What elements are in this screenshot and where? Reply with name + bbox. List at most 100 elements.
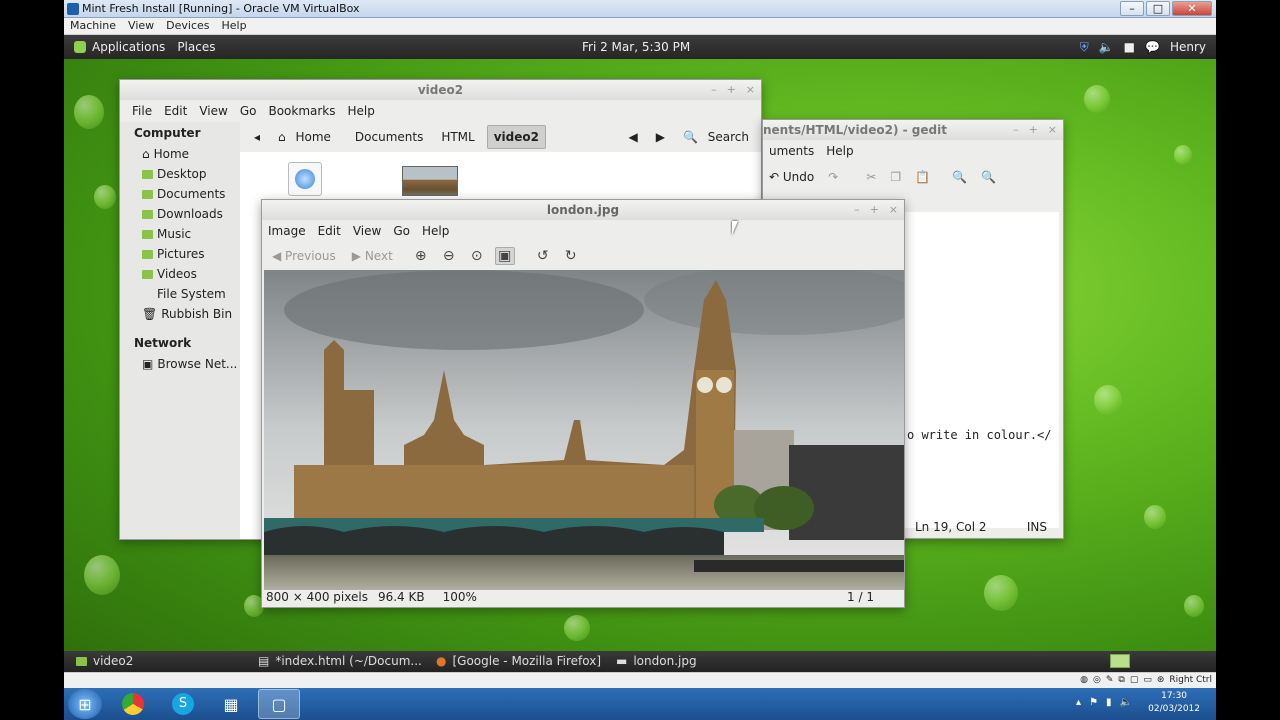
menu-machine[interactable]: Machine xyxy=(64,18,122,34)
file-manager-titlebar[interactable]: video2 – + × xyxy=(120,80,761,100)
task-gedit[interactable]: ▤ *index.html (~/Docum... xyxy=(258,651,422,672)
places-menu[interactable]: Places xyxy=(177,35,215,59)
minimize-button[interactable]: – xyxy=(1120,1,1144,16)
image-file-thumbnail[interactable] xyxy=(402,166,458,196)
minimize-icon[interactable]: – xyxy=(1013,120,1019,140)
path-bar: ◂ ⌂ Home Documents HTML video2 ◀ ▶ 🔍 Sea… xyxy=(240,122,761,152)
find-icon[interactable]: 🔍 xyxy=(952,170,967,184)
update-shield-icon[interactable]: ⛨ xyxy=(1080,35,1089,59)
sidebar-item-desktop[interactable]: Desktop xyxy=(120,164,240,184)
workspace-switcher[interactable] xyxy=(1110,654,1130,668)
sidebar-item-videos[interactable]: Videos xyxy=(120,264,240,284)
close-icon[interactable]: × xyxy=(1048,120,1057,140)
task-file-manager[interactable]: video2 xyxy=(76,651,133,672)
window-title: video2 xyxy=(417,83,464,97)
sidebar-item-pictures[interactable]: Pictures xyxy=(120,244,240,264)
close-icon[interactable]: × xyxy=(746,80,755,100)
forward-icon[interactable]: ▶ xyxy=(650,126,671,148)
gedit-menubar: uments Help xyxy=(763,140,1063,162)
path-documents[interactable]: Documents xyxy=(349,126,429,148)
task-firefox[interactable]: ● [Google - Mozilla Firefox] xyxy=(436,651,601,672)
rotate-left-icon[interactable]: ↺ xyxy=(533,248,553,264)
menu-view[interactable]: View xyxy=(193,100,233,122)
battery-icon[interactable]: ■ xyxy=(1124,35,1135,59)
close-icon[interactable]: × xyxy=(889,200,898,220)
sidebar-item-music[interactable]: Music xyxy=(120,224,240,244)
chat-icon[interactable]: 💬 xyxy=(1145,35,1160,59)
host-date: 02/03/2012 xyxy=(1148,704,1200,714)
back-icon[interactable]: ◀ xyxy=(623,126,644,148)
copy-icon[interactable]: ❐ xyxy=(890,170,901,184)
zoom-fit-icon[interactable]: ▣ xyxy=(494,247,515,265)
path-current[interactable]: video2 xyxy=(486,125,546,149)
menu-devices[interactable]: Devices xyxy=(160,18,215,34)
network-signal-icon[interactable]: ▮ xyxy=(1106,697,1112,708)
search-button[interactable]: 🔍 Search xyxy=(677,126,761,148)
host-clock[interactable]: 17:30 02/03/2012 xyxy=(1148,690,1200,716)
menu-help[interactable]: Help xyxy=(820,140,859,162)
insert-mode[interactable]: INS xyxy=(1027,516,1047,538)
volume-icon[interactable]: 🔈 xyxy=(1120,697,1132,708)
menu-file[interactable]: File xyxy=(126,100,158,122)
minimize-icon[interactable]: – xyxy=(854,200,860,220)
task-image-viewer[interactable]: ▬ london.jpg xyxy=(616,651,697,672)
parliament-image xyxy=(264,270,904,590)
image-viewer-titlebar[interactable]: london.jpg – + × xyxy=(262,200,904,220)
rotate-right-icon[interactable]: ↻ xyxy=(561,248,581,264)
zoom-normal-icon[interactable]: ⊙ xyxy=(467,248,487,264)
menu-documents[interactable]: uments xyxy=(763,140,820,162)
menu-view[interactable]: View xyxy=(347,220,387,242)
sidebar-item-file-system[interactable]: File System xyxy=(120,284,240,304)
menu-help[interactable]: Help xyxy=(342,100,381,122)
menu-edit[interactable]: Edit xyxy=(158,100,193,122)
host-time: 17:30 xyxy=(1161,691,1188,701)
zoom-in-icon[interactable]: ⊕ xyxy=(411,248,431,264)
close-button[interactable]: ✕ xyxy=(1172,1,1212,16)
minimize-icon[interactable]: – xyxy=(711,80,717,100)
undo-button[interactable]: ↶ Undo xyxy=(769,170,814,184)
panel-clock[interactable]: Fri 2 Mar, 5:30 PM xyxy=(582,35,690,59)
sidebar-item-browse-network[interactable]: ▣ Browse Net... xyxy=(120,354,240,374)
chrome-icon[interactable] xyxy=(112,689,154,719)
vm-window-taskbar-icon[interactable]: ▢ xyxy=(258,689,300,719)
skype-icon[interactable]: S xyxy=(162,689,204,719)
tray-arrow-icon[interactable]: ▴ xyxy=(1076,697,1081,708)
zoom-out-icon[interactable]: ⊖ xyxy=(439,248,459,264)
paste-icon[interactable]: 📋 xyxy=(915,170,930,184)
find-replace-icon[interactable]: 🔍 xyxy=(981,170,996,184)
menu-bookmarks[interactable]: Bookmarks xyxy=(262,100,341,122)
maximize-icon[interactable]: + xyxy=(727,80,736,100)
path-html[interactable]: HTML xyxy=(435,126,480,148)
path-home[interactable]: ⌂ Home xyxy=(272,126,343,148)
redo-icon[interactable]: ↷ xyxy=(828,170,838,184)
menu-view[interactable]: View xyxy=(122,18,160,34)
sidebar-item-home[interactable]: ⌂ Home xyxy=(120,144,240,164)
menu-go[interactable]: Go xyxy=(234,100,263,122)
usb-icon: ✎ xyxy=(1105,675,1114,685)
maximize-button[interactable]: □ xyxy=(1146,1,1170,16)
volume-icon[interactable]: 🔈 xyxy=(1099,35,1114,59)
text-editor[interactable]: o write in colour.</ xyxy=(899,212,1059,528)
menu-go[interactable]: Go xyxy=(387,220,416,242)
html-file-icon[interactable] xyxy=(288,162,322,196)
sidebar-item-downloads[interactable]: Downloads xyxy=(120,204,240,224)
menu-help[interactable]: Help xyxy=(216,18,253,34)
vbox-window-title: Mint Fresh Install [Running] - Oracle VM… xyxy=(82,2,360,15)
virtualbox-taskbar-icon[interactable]: ▦ xyxy=(210,689,252,719)
gedit-titlebar[interactable]: nents/HTML/video2) - gedit – + × xyxy=(763,120,1063,140)
cut-icon[interactable]: ✂ xyxy=(866,170,876,184)
sidebar-item-rubbish-bin[interactable]: 🗑 Rubbish Bin xyxy=(120,304,240,324)
previous-button[interactable]: ◀ Previous xyxy=(272,249,336,263)
applications-menu[interactable]: Applications xyxy=(92,35,165,59)
menu-help[interactable]: Help xyxy=(416,220,455,242)
next-button[interactable]: ▶ Next xyxy=(352,249,393,263)
menu-edit[interactable]: Edit xyxy=(312,220,347,242)
action-center-icon[interactable]: ⚑ xyxy=(1089,697,1098,708)
sidebar-item-documents[interactable]: Documents xyxy=(120,184,240,204)
maximize-icon[interactable]: + xyxy=(870,200,879,220)
maximize-icon[interactable]: + xyxy=(1029,120,1038,140)
windows-start-icon[interactable]: ⊞ xyxy=(68,689,102,719)
user-name[interactable]: Henry xyxy=(1170,35,1206,59)
path-back-arrow-icon[interactable]: ◂ xyxy=(248,126,266,148)
menu-image[interactable]: Image xyxy=(262,220,312,242)
